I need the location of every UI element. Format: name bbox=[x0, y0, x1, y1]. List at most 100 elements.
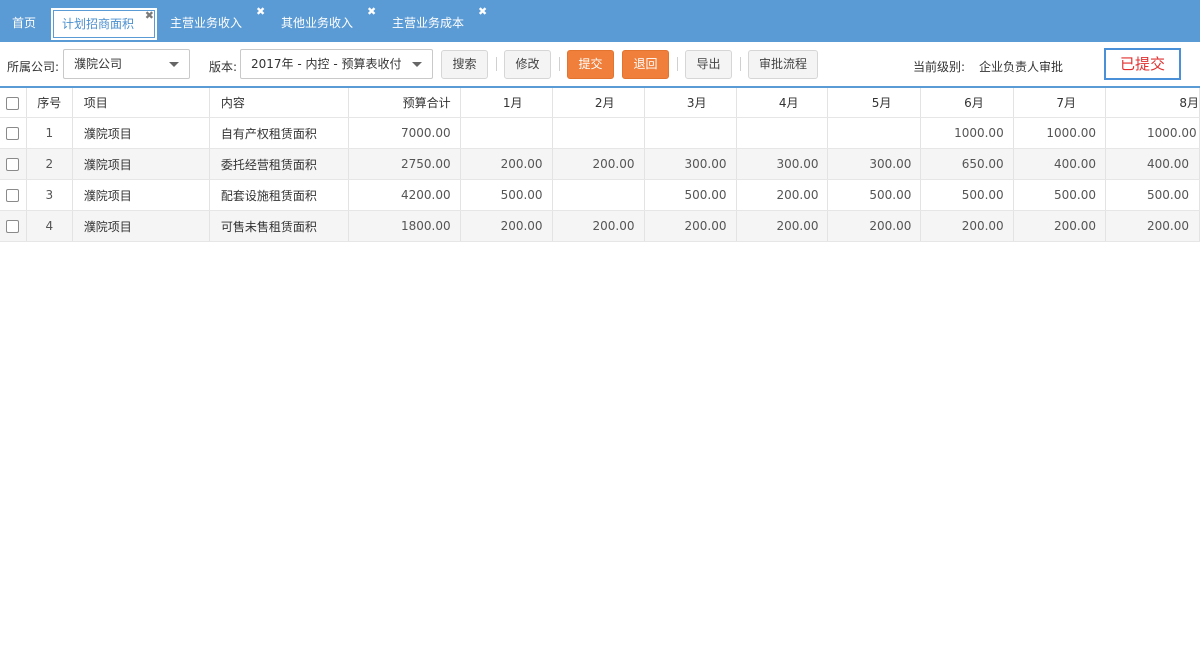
table-header-row: 序号 项目 内容 预算合计 1月 2月 3月 4月 5月 6月 7月 8月 bbox=[0, 88, 1200, 118]
chevron-down-icon bbox=[412, 62, 422, 67]
cell-month: 200.00 bbox=[1105, 210, 1200, 242]
cell-project: 濮院项目 bbox=[72, 148, 210, 180]
cell-month: 200.00 bbox=[920, 210, 1014, 242]
column-header[interactable]: 项目 bbox=[72, 88, 210, 118]
cell-month: 300.00 bbox=[736, 148, 829, 180]
cell-month: 500.00 bbox=[920, 179, 1014, 211]
cell-content: 可售未售租赁面积 bbox=[209, 210, 350, 242]
cell-month: 500.00 bbox=[1013, 179, 1107, 211]
search-button[interactable]: 搜索 bbox=[441, 50, 488, 79]
cell-month bbox=[552, 117, 645, 149]
cell-index: 2 bbox=[26, 148, 73, 180]
tab-planned-leasing-area[interactable]: 计划招商面积 ✖ bbox=[51, 8, 157, 40]
row-checkbox[interactable] bbox=[6, 189, 20, 202]
column-header[interactable]: 3月 bbox=[644, 88, 737, 118]
data-grid: 序号 项目 内容 预算合计 1月 2月 3月 4月 5月 6月 7月 8月 1 … bbox=[0, 86, 1200, 656]
row-checkbox[interactable] bbox=[6, 220, 20, 233]
cell-project: 濮院项目 bbox=[72, 117, 210, 149]
cell-content: 自有产权租赁面积 bbox=[209, 117, 350, 149]
column-header[interactable]: 7月 bbox=[1013, 88, 1107, 118]
cell-month: 1000.00 bbox=[1013, 117, 1107, 149]
toolbar-divider bbox=[677, 57, 678, 71]
cell-total: 7000.00 bbox=[348, 117, 461, 149]
row-checkbox-cell[interactable] bbox=[0, 148, 27, 180]
row-checkbox[interactable] bbox=[6, 127, 20, 140]
column-header[interactable]: 4月 bbox=[736, 88, 829, 118]
cell-month bbox=[552, 179, 645, 211]
tab-other-business-revenue[interactable]: 其他业务收入 ✖ bbox=[281, 5, 376, 40]
table-row[interactable]: 4 濮院项目 可售未售租赁面积 1800.00 200.00 200.00 20… bbox=[0, 210, 1200, 242]
tab-main-business-cost[interactable]: 主营业务成本 ✖ bbox=[392, 5, 487, 40]
cell-month: 500.00 bbox=[644, 179, 737, 211]
cell-month: 300.00 bbox=[827, 148, 922, 180]
column-header[interactable]: 2月 bbox=[552, 88, 645, 118]
status-badge: 已提交 bbox=[1104, 48, 1181, 80]
column-header[interactable]: 内容 bbox=[209, 88, 350, 118]
row-checkbox[interactable] bbox=[6, 158, 20, 171]
row-checkbox-cell[interactable] bbox=[0, 117, 27, 149]
column-header[interactable]: 预算合计 bbox=[348, 88, 461, 118]
column-header[interactable]: 8月 bbox=[1105, 88, 1200, 118]
cell-month: 200.00 bbox=[644, 210, 737, 242]
cell-month bbox=[644, 117, 737, 149]
close-icon[interactable]: ✖ bbox=[367, 5, 376, 19]
cell-content: 配套设施租赁面积 bbox=[209, 179, 350, 211]
cell-total: 1800.00 bbox=[348, 210, 461, 242]
select-all-checkbox[interactable] bbox=[6, 96, 20, 110]
current-level-label: 当前级别: bbox=[913, 60, 966, 74]
toolbar: 所属公司: 濮院公司 版本: 2017年 - 内控 - 预算表收付 搜索 修改 … bbox=[0, 42, 1200, 86]
cell-month: 200.00 bbox=[1013, 210, 1107, 242]
tab-home[interactable]: 首页 bbox=[12, 7, 36, 40]
company-label: 所属公司: bbox=[7, 60, 60, 74]
version-select-value: 2017年 - 内控 - 预算表收付 bbox=[251, 57, 402, 71]
cell-month: 200.00 bbox=[736, 179, 829, 211]
cell-month: 500.00 bbox=[460, 179, 553, 211]
cell-month: 200.00 bbox=[827, 210, 922, 242]
tab-label: 其他业务收入 bbox=[281, 16, 354, 30]
cell-month: 1000.00 bbox=[920, 117, 1014, 149]
tab-bar: 首页 计划招商面积 ✖ 主营业务收入 ✖ 其他业务收入 ✖ 主营业务成本 ✖ bbox=[0, 0, 1200, 42]
row-checkbox-cell[interactable] bbox=[0, 210, 27, 242]
table-row[interactable]: 3 濮院项目 配套设施租赁面积 4200.00 500.00 500.00 20… bbox=[0, 179, 1200, 211]
toolbar-divider bbox=[559, 57, 560, 71]
cell-month: 300.00 bbox=[644, 148, 737, 180]
budget-table: 序号 项目 内容 预算合计 1月 2月 3月 4月 5月 6月 7月 8月 1 … bbox=[0, 88, 1200, 242]
cell-month: 200.00 bbox=[552, 210, 645, 242]
cell-month: 200.00 bbox=[736, 210, 829, 242]
cell-month bbox=[736, 117, 829, 149]
export-button[interactable]: 导出 bbox=[685, 50, 732, 79]
select-all-checkbox-cell[interactable] bbox=[0, 88, 27, 118]
version-select[interactable]: 2017年 - 内控 - 预算表收付 bbox=[240, 49, 433, 79]
cell-month: 200.00 bbox=[460, 148, 553, 180]
table-row[interactable]: 1 濮院项目 自有产权租赁面积 7000.00 1000.00 1000.00 … bbox=[0, 117, 1200, 149]
cell-project: 濮院项目 bbox=[72, 179, 210, 211]
company-select-value: 濮院公司 bbox=[74, 57, 123, 71]
row-checkbox-cell[interactable] bbox=[0, 179, 27, 211]
column-header[interactable]: 5月 bbox=[827, 88, 922, 118]
return-button[interactable]: 退回 bbox=[622, 50, 669, 79]
tab-main-business-revenue[interactable]: 主营业务收入 ✖ bbox=[170, 5, 265, 40]
cell-month: 400.00 bbox=[1013, 148, 1107, 180]
cell-month bbox=[460, 117, 553, 149]
current-level-value: 企业负责人审批 bbox=[979, 60, 1064, 74]
company-select[interactable]: 濮院公司 bbox=[63, 49, 190, 79]
cell-month: 200.00 bbox=[460, 210, 553, 242]
close-icon[interactable]: ✖ bbox=[145, 9, 154, 23]
column-header[interactable]: 序号 bbox=[26, 88, 73, 118]
column-header[interactable]: 1月 bbox=[460, 88, 553, 118]
cell-total: 4200.00 bbox=[348, 179, 461, 211]
close-icon[interactable]: ✖ bbox=[478, 5, 487, 19]
table-row[interactable]: 2 濮院项目 委托经营租赁面积 2750.00 200.00 200.00 30… bbox=[0, 148, 1200, 180]
submit-button[interactable]: 提交 bbox=[567, 50, 614, 79]
toolbar-divider bbox=[740, 57, 741, 71]
edit-button[interactable]: 修改 bbox=[504, 50, 551, 79]
approval-flow-button[interactable]: 审批流程 bbox=[748, 50, 818, 79]
cell-month: 200.00 bbox=[552, 148, 645, 180]
close-icon[interactable]: ✖ bbox=[256, 5, 265, 19]
column-header[interactable]: 6月 bbox=[920, 88, 1014, 118]
cell-total: 2750.00 bbox=[348, 148, 461, 180]
cell-month: 500.00 bbox=[1105, 179, 1200, 211]
cell-month: 650.00 bbox=[920, 148, 1014, 180]
tab-label: 首页 bbox=[12, 16, 37, 30]
cell-month bbox=[827, 117, 922, 149]
